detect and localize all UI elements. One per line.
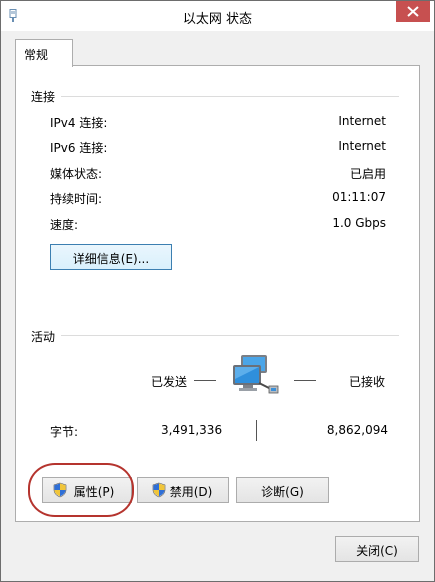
ipv6-value: Internet (338, 139, 386, 153)
ipv6-label: IPv6 连接: (50, 141, 108, 155)
activity-divider (61, 335, 399, 336)
duration-value: 01:11:07 (332, 190, 386, 204)
window-title: 以太网 状态 (182, 12, 253, 27)
speed-value: 1.0 Gbps (332, 216, 386, 230)
details-button-label: 详细信息(E)... (72, 252, 150, 266)
sent-label: 已发送 (151, 375, 188, 389)
bytes-separator (256, 420, 257, 441)
bytes-label: 字节: (50, 425, 79, 439)
tab-label: 常规 (24, 48, 49, 62)
bytes-received-value: 8,862,094 (326, 423, 388, 437)
close-window-button[interactable] (396, 1, 430, 22)
details-button[interactable]: 详细信息(E)... (50, 244, 172, 270)
close-button-label: 关闭(C) (356, 544, 398, 558)
media-state-value: 已启用 (349, 167, 386, 181)
status-dialog: 以太网 状态 常规 连接 IPv4 连接: Internet IPv6 连接: … (0, 0, 435, 582)
activity-heading: 活动 (31, 330, 56, 344)
tab-general[interactable]: 常规 (15, 39, 73, 67)
sent-line (194, 380, 216, 381)
connection-heading: 连接 (31, 90, 56, 104)
title-bar[interactable]: 以太网 状态 (1, 1, 434, 31)
diagnose-button-label: 诊断(G) (261, 485, 304, 499)
ipv4-value: Internet (338, 114, 386, 128)
diagnose-button[interactable]: 诊断(G) (236, 477, 329, 503)
bytes-sent-value: 3,491,336 (161, 423, 223, 437)
received-label: 已接收 (349, 375, 386, 389)
network-computer-icon (233, 355, 279, 394)
speed-label: 速度: (50, 218, 79, 232)
duration-label: 持续时间: (50, 192, 103, 206)
received-line (294, 380, 316, 381)
close-icon (407, 6, 419, 17)
close-button[interactable]: 关闭(C) (335, 536, 419, 562)
disable-button-label: 禁用(D) (169, 485, 213, 499)
tab-panel-general (15, 65, 420, 522)
media-state-label: 媒体状态: (50, 167, 103, 181)
connection-divider (61, 96, 399, 97)
highlight-circle (28, 463, 134, 517)
ipv4-label: IPv4 连接: (50, 116, 108, 130)
disable-button[interactable]: 禁用(D) (137, 477, 229, 503)
